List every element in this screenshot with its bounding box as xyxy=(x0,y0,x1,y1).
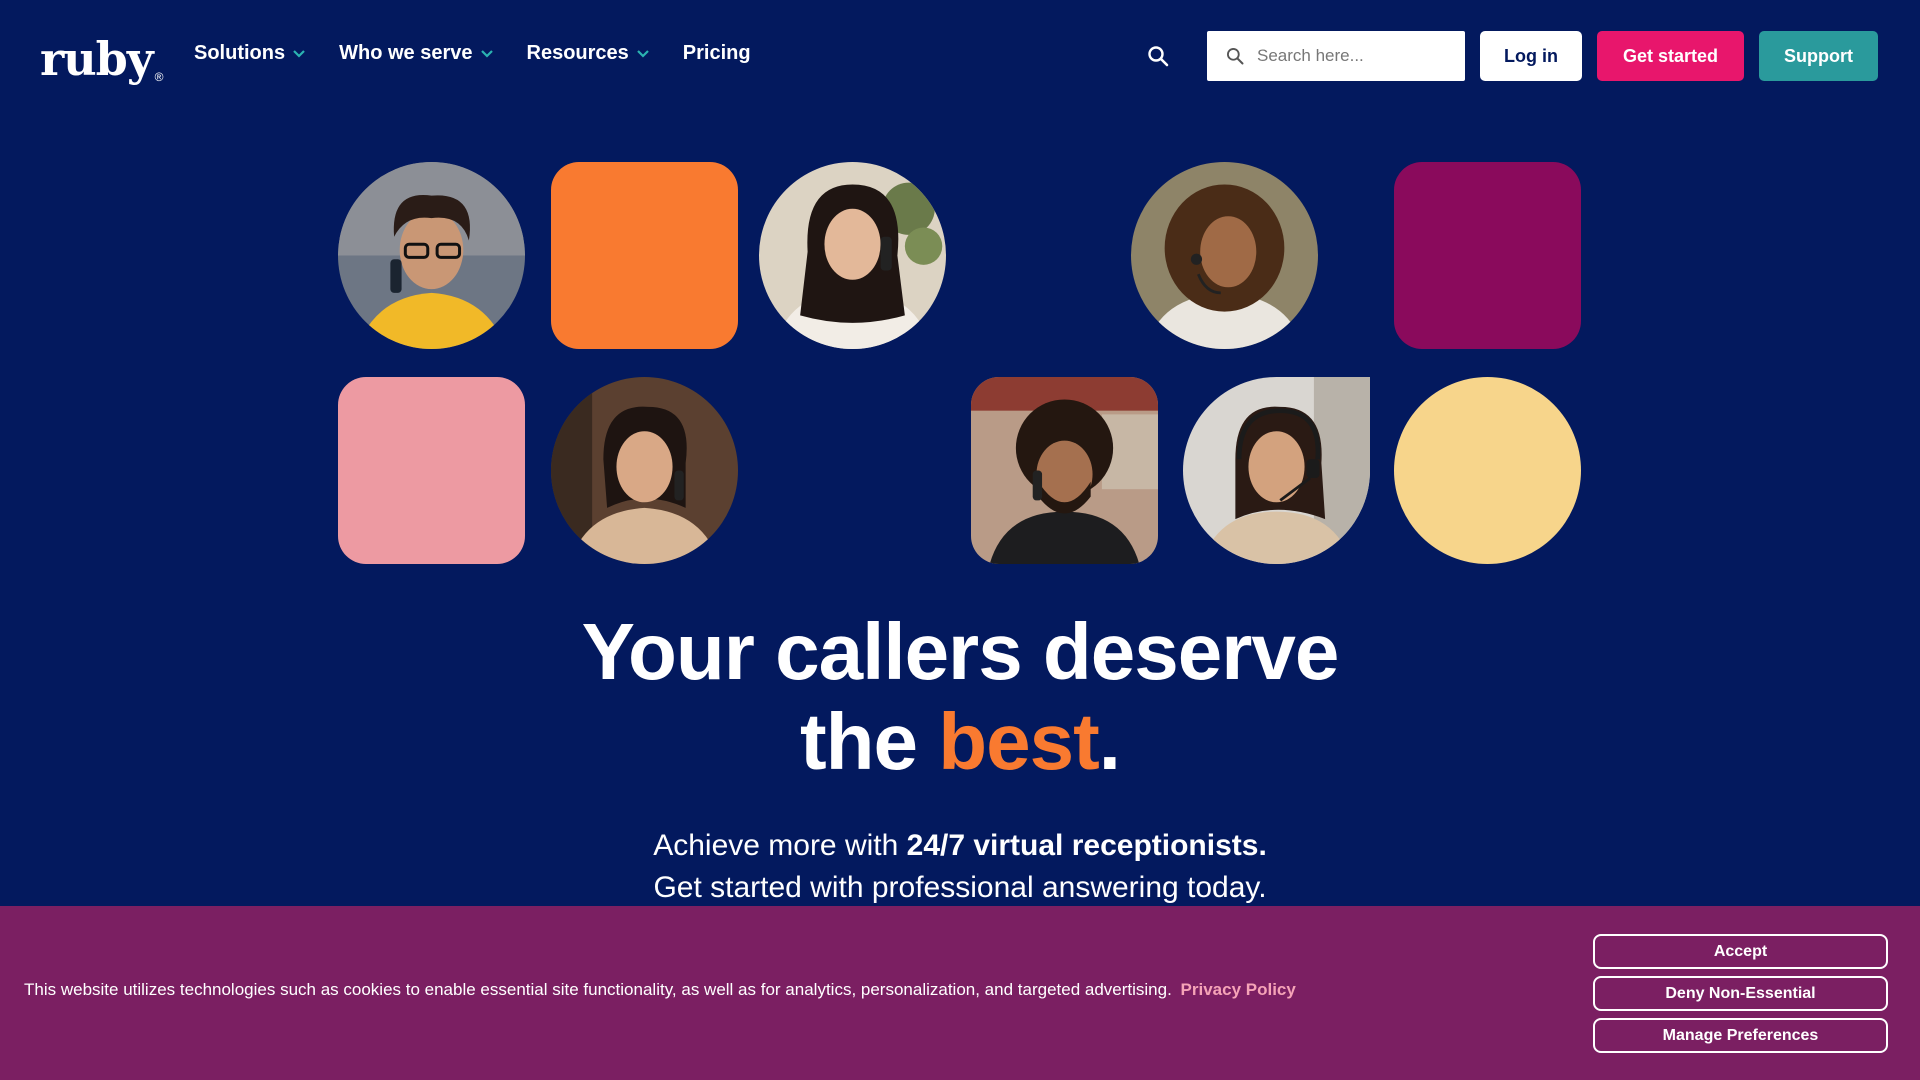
nav-solutions[interactable]: Solutions xyxy=(194,42,307,65)
receptionist-photo xyxy=(1131,162,1318,349)
chevron-down-icon xyxy=(480,49,493,58)
cookie-message: This website utilizes technologies such … xyxy=(24,980,1296,1000)
nav-solutions-label: Solutions xyxy=(194,42,286,64)
receptionist-photo xyxy=(551,377,738,564)
main-nav: Solutions Who we serve Resources Pricing xyxy=(194,42,751,65)
search-icon[interactable] xyxy=(1146,44,1170,68)
nav-pricing[interactable]: Pricing xyxy=(683,42,751,65)
nav-who-we-serve-label: Who we serve xyxy=(339,42,473,64)
cookie-text: This website utilizes technologies such … xyxy=(24,980,1172,999)
receptionist-photo xyxy=(1183,377,1370,564)
headline-line-1: Your callers deserve xyxy=(581,607,1340,696)
sub-line-2: Get started with professional answering … xyxy=(653,871,1267,904)
receptionist-photo xyxy=(971,377,1158,564)
nav-who-we-serve[interactable]: Who we serve xyxy=(339,42,494,65)
receptionist-photo xyxy=(759,162,946,349)
hero-subheadline: Achieve more with 24/7 virtual reception… xyxy=(0,825,1920,909)
privacy-policy-link[interactable]: Privacy Policy xyxy=(1181,980,1296,999)
headline-period: . xyxy=(1098,697,1121,786)
search-icon xyxy=(1227,48,1244,65)
decorative-yellow-circle xyxy=(1394,377,1581,564)
hero-headline: Your callers deserve the best. xyxy=(0,607,1920,787)
receptionist-photo xyxy=(338,162,525,349)
decorative-orange-tile xyxy=(551,162,738,349)
headline-line-2: the xyxy=(800,697,939,786)
deny-non-essential-button[interactable]: Deny Non-Essential xyxy=(1593,976,1888,1011)
sub-line-1-bold: 24/7 virtual receptionists. xyxy=(906,829,1267,862)
sub-line-1: Achieve more with xyxy=(653,829,907,862)
site-header: ruby ® Solutions Who we serve Resources P… xyxy=(0,0,1920,112)
search-input[interactable] xyxy=(1257,46,1447,66)
search-box[interactable] xyxy=(1207,31,1465,81)
get-started-button[interactable]: Get started xyxy=(1597,31,1744,81)
chevron-down-icon xyxy=(293,49,305,58)
cookie-banner: This website utilizes technologies such … xyxy=(0,906,1920,1080)
decorative-purple-tile xyxy=(1394,162,1581,349)
nav-resources[interactable]: Resources xyxy=(527,42,651,65)
manage-preferences-button[interactable]: Manage Preferences xyxy=(1593,1018,1888,1053)
login-button[interactable]: Log in xyxy=(1480,31,1582,81)
accept-cookies-button[interactable]: Accept xyxy=(1593,934,1888,969)
nav-resources-label: Resources xyxy=(526,42,629,64)
headline-accent-word: best xyxy=(938,697,1099,786)
chevron-down-icon xyxy=(637,49,649,58)
ruby-logo[interactable]: ruby ® xyxy=(40,32,163,86)
nav-pricing-label: Pricing xyxy=(682,42,751,64)
support-button[interactable]: Support xyxy=(1759,31,1878,81)
decorative-pink-tile xyxy=(338,377,525,564)
